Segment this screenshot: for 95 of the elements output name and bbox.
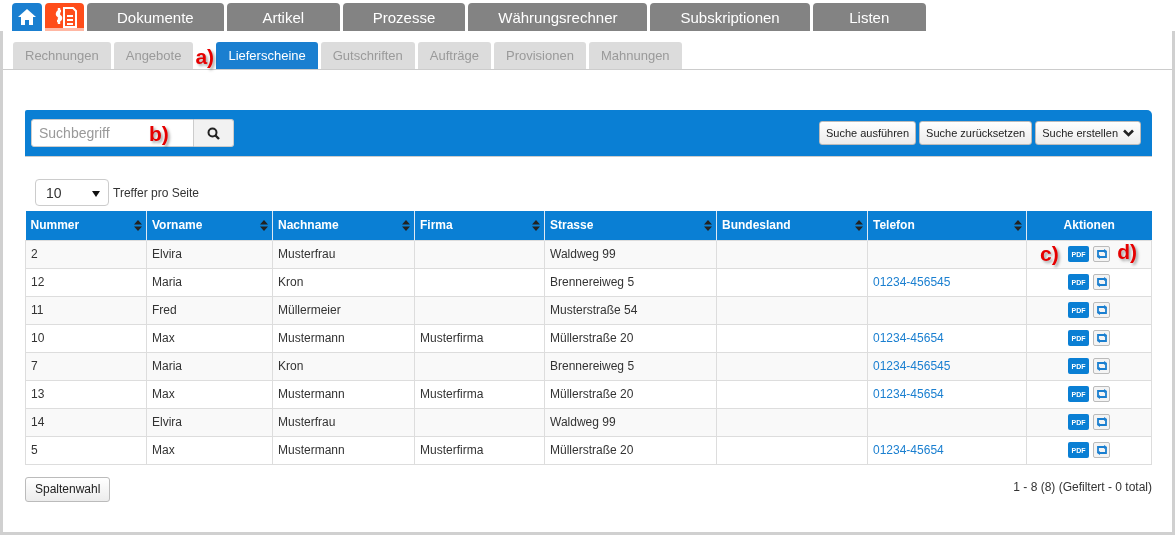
table-cell: Mustermann: [278, 331, 345, 345]
table-cell: Maria: [152, 275, 182, 289]
page-size-label: Treffer pro Seite: [113, 185, 200, 200]
column-header[interactable]: Firma: [414, 211, 545, 240]
table-cell: Brennereiweg 5: [550, 359, 635, 373]
callout-label: c): [1040, 243, 1059, 264]
chevron-icon: [1123, 129, 1134, 137]
repeat-icon: [1095, 333, 1108, 343]
search-action-button[interactable]: Suche zurücksetzen: [919, 121, 1033, 145]
table-cell: Max: [152, 331, 175, 345]
column-header[interactable]: Aktionen: [1026, 211, 1152, 240]
column-header[interactable]: Strasse: [544, 211, 717, 240]
sort-icon: [532, 220, 540, 231]
table-cell: 10: [31, 331, 45, 345]
table-cell: 2: [31, 247, 38, 261]
home-icon: [17, 8, 37, 26]
repeat-icon: [1095, 417, 1108, 427]
convert-button[interactable]: [1093, 330, 1110, 346]
repeat-icon: [1095, 305, 1108, 315]
nav-tab[interactable]: Listen: [812, 3, 926, 31]
table-cell: 11: [31, 303, 44, 317]
table-cell: 14: [31, 415, 45, 429]
table-cell: 13: [31, 387, 45, 401]
table-cell: Musterstraße 54: [550, 303, 638, 317]
convert-button[interactable]: [1093, 386, 1110, 402]
repeat-icon: [1095, 389, 1108, 399]
sort-icon: [855, 220, 863, 231]
table-cell: Max: [152, 387, 175, 401]
column-header[interactable]: Telefon: [867, 211, 1027, 240]
nav-tab[interactable]: Subskriptionen: [650, 3, 810, 31]
table-cell: Maria: [152, 359, 182, 373]
caret-icon: [92, 191, 100, 197]
sub-tab[interactable]: Rechnungen: [13, 42, 111, 69]
callout-label: b): [149, 123, 169, 144]
sort-icon: [134, 220, 142, 231]
dropdown-button[interactable]: Suche erstellen: [1035, 121, 1141, 145]
convert-button[interactable]: [1093, 442, 1110, 458]
sub-tab[interactable]: Lieferscheine: [216, 42, 318, 69]
sub-tab[interactable]: Mahnungen: [588, 42, 682, 69]
result-summary: 1 - 8 (8) (Gefiltert - 0 total): [1013, 479, 1152, 494]
repeat-icon: [1095, 277, 1108, 287]
callout-label: d): [1117, 241, 1137, 262]
table-cell: Mustermann: [278, 443, 345, 457]
table-cell: Kron: [278, 359, 304, 373]
column-header[interactable]: Vorname: [146, 211, 273, 240]
search-button[interactable]: [194, 119, 234, 147]
nav-tab[interactable]: Prozesse: [342, 3, 466, 31]
convert-button[interactable]: [1093, 358, 1110, 374]
table-cell: Waldweg 99: [550, 415, 616, 429]
search-action-button[interactable]: Suche ausführen: [818, 121, 917, 145]
convert-button[interactable]: [1093, 246, 1110, 262]
column-header[interactable]: Nummer: [25, 211, 147, 240]
column-header[interactable]: Nachname: [272, 211, 415, 240]
nav-tab[interactable]: Artikel: [226, 3, 340, 31]
table-cell: Musterfirma: [420, 387, 484, 401]
search-icon: [207, 126, 220, 140]
sort-icon: [260, 220, 268, 231]
table-cell: 7: [31, 359, 38, 373]
nav-tab[interactable]: Währungsrechner: [468, 3, 648, 31]
sub-tab[interactable]: Aufträge: [417, 42, 491, 69]
table-cell: Elvira: [152, 247, 182, 261]
sort-icon: [704, 220, 712, 231]
repeat-icon: [1095, 445, 1108, 455]
table-cell: Müllerstraße 20: [550, 331, 634, 345]
table-cell: Müllermeier: [278, 303, 341, 317]
repeat-icon: [1095, 361, 1108, 371]
table-cell: Musterfrau: [278, 247, 336, 261]
table-cell: 5: [31, 443, 38, 457]
table-cell: Musterfrau: [278, 415, 336, 429]
convert-button[interactable]: [1093, 274, 1110, 290]
table-cell: Mustermann: [278, 387, 345, 401]
table-cell: Musterfirma: [420, 443, 484, 457]
column-choice-button[interactable]: Spaltenwahl: [25, 476, 111, 502]
table-cell: Max: [152, 443, 175, 457]
table-cell: Musterfirma: [420, 331, 484, 345]
table-cell: Brennereiweg 5: [550, 275, 635, 289]
table-cell: Müllerstraße 20: [550, 443, 634, 457]
convert-button[interactable]: [1093, 302, 1110, 318]
table-cell: Kron: [278, 275, 304, 289]
table-cell: Fred: [152, 303, 177, 317]
nav-tab[interactable]: Dokumente: [87, 3, 224, 31]
convert-button[interactable]: [1093, 414, 1110, 430]
sort-icon: [1014, 220, 1022, 231]
table-cell: 12: [31, 275, 45, 289]
table-cell: Waldweg 99: [550, 247, 616, 261]
column-header[interactable]: Bundesland: [716, 211, 868, 240]
sub-tab[interactable]: Provisionen: [494, 42, 586, 69]
home-tab[interactable]: [12, 3, 42, 31]
table-cell: Elvira: [152, 415, 182, 429]
sort-icon: [402, 220, 410, 231]
repeat-icon: [1095, 249, 1108, 259]
table-cell: Müllerstraße 20: [550, 387, 634, 401]
page-size-select[interactable]: 10: [35, 179, 109, 206]
invoice-tab[interactable]: [45, 3, 84, 31]
callout-label: a): [195, 46, 215, 67]
